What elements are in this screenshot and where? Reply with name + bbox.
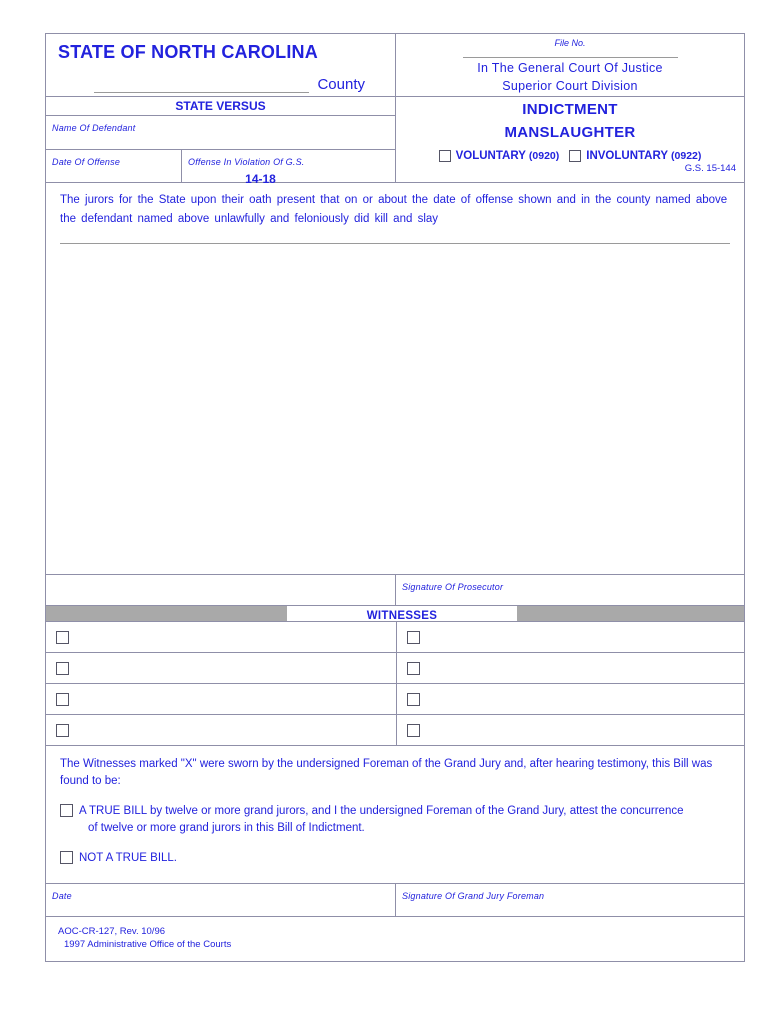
county-label: County (317, 76, 365, 93)
offense-statute-field[interactable]: Offense In Violation Of G.S. 14-18 (182, 150, 395, 186)
defendant-name-field[interactable]: Name Of Defendant (46, 116, 395, 150)
prosecutor-signature-field[interactable]: Signature Of Prosecutor (396, 575, 744, 605)
witness-cell-2[interactable] (397, 622, 744, 652)
witnesses-bar-left-fill (46, 606, 287, 621)
witness-checkbox[interactable] (56, 692, 69, 706)
date-label: Date (52, 891, 72, 901)
true-bill-line2: of twelve or more grand jurors in this B… (88, 822, 365, 834)
witness-cell-2[interactable] (397, 715, 744, 745)
offense-statute-label: Offense In Violation Of G.S. (188, 157, 305, 167)
findings-intro-text: The Witnesses marked "X" were sworn by t… (60, 758, 713, 787)
prosecutor-left-spacer (46, 575, 396, 605)
state-versus-header: STATE VERSUS (46, 97, 395, 116)
table-row (46, 622, 744, 653)
not-true-bill-option[interactable]: NOT A TRUE BILL. (60, 850, 730, 867)
indictment-form: STATE OF NORTH CAROLINA County File No. … (45, 33, 745, 962)
header-right-block: File No. In The General Court Of Justice… (396, 34, 744, 96)
witness-cell-1[interactable] (46, 684, 397, 714)
form-footer-note: AOC-CR-127, Rev. 10/96 1997 Administrati… (46, 917, 744, 961)
involuntary-code: (0922) (671, 150, 702, 162)
foreman-signature-label: Signature Of Grand Jury Foreman (402, 891, 545, 901)
indictment-block: INDICTMENT MANSLAUGHTER VOLUNTARY (0920)… (396, 97, 744, 182)
date-of-offense-field[interactable]: Date Of Offense (46, 150, 182, 182)
voluntary-code: (0920) (528, 150, 560, 162)
voluntary-label: VOLUNTARY (0920) (455, 150, 560, 162)
witness-cell-2[interactable] (397, 684, 744, 714)
foreman-signature-field[interactable]: Signature Of Grand Jury Foreman (396, 884, 744, 916)
voluntary-checkbox[interactable] (438, 150, 451, 162)
witness-cell-2[interactable] (397, 653, 744, 683)
footer-signature-row: Date Signature Of Grand Jury Foreman (46, 883, 744, 917)
witness-checkbox[interactable] (56, 661, 69, 675)
not-true-bill-checkbox[interactable] (60, 851, 73, 864)
prosecutor-signature-label: Signature Of Prosecutor (402, 582, 504, 592)
gs-reference: G.S. 15-144 (684, 163, 736, 174)
copyright-line: 1997 Administrative Office of the Courts (64, 939, 232, 950)
indictment-title-line2: MANSLAUGHTER (504, 124, 636, 141)
charge-text: The jurors for the State upon their oath… (60, 194, 728, 225)
true-bill-label: A TRUE BILL by twelve or more grand juro… (79, 803, 684, 837)
prosecutor-signature-row: Signature Of Prosecutor (46, 574, 744, 605)
table-row (46, 653, 744, 684)
witnesses-bar-center: WITNESSES (287, 606, 517, 622)
witness-checkbox[interactable] (56, 630, 69, 644)
true-bill-option[interactable]: A TRUE BILL by twelve or more grand juro… (60, 803, 730, 837)
true-bill-checkbox[interactable] (60, 804, 73, 817)
county-input-rule[interactable] (94, 75, 310, 93)
witness-cell-1[interactable] (46, 715, 397, 745)
findings-section: The Witnesses marked "X" were sworn by t… (46, 746, 744, 871)
not-true-bill-label: NOT A TRUE BILL. (79, 852, 178, 864)
charge-body-section: The jurors for the State upon their oath… (46, 182, 744, 574)
witness-checkbox[interactable] (407, 723, 420, 737)
witness-checkbox[interactable] (407, 692, 420, 706)
witness-checkbox[interactable] (407, 630, 420, 644)
charge-blank-writing-area[interactable] (60, 244, 730, 574)
witness-checkbox[interactable] (56, 723, 69, 737)
date-of-offense-label: Date Of Offense (52, 157, 121, 167)
page-title: STATE OF NORTH CAROLINA (58, 42, 318, 62)
case-block: STATE VERSUS Name Of Defendant Date Of O… (46, 97, 396, 186)
form-number: AOC-CR-127, Rev. 10/96 (58, 926, 166, 937)
case-indictment-band: STATE VERSUS Name Of Defendant Date Of O… (46, 96, 744, 186)
offense-row: Date Of Offense Offense In Violation Of … (46, 150, 395, 186)
involuntary-checkbox[interactable] (569, 150, 582, 162)
witnesses-label: WITNESSES (366, 610, 438, 622)
witness-cell-1[interactable] (46, 653, 397, 683)
witness-cell-1[interactable] (46, 622, 397, 652)
involuntary-label: INVOLUNTARY (0922) (586, 150, 702, 162)
table-row (46, 715, 744, 746)
court-name-line2: Superior Court Division (502, 79, 638, 93)
witness-rows (46, 622, 744, 746)
witness-checkbox[interactable] (407, 661, 420, 675)
manslaughter-type-options: VOLUNTARY (0920) INVOLUNTARY (0922) (396, 143, 744, 162)
form-header: STATE OF NORTH CAROLINA County File No. … (46, 34, 744, 96)
witnesses-bar-right-fill (517, 606, 744, 621)
defendant-name-label: Name Of Defendant (52, 123, 136, 133)
county-field[interactable]: County (46, 63, 395, 96)
indictment-title-line1: INDICTMENT (522, 101, 618, 118)
voluntary-option[interactable]: VOLUNTARY (0920) (438, 150, 560, 162)
court-name-line1: In The General Court Of Justice (477, 61, 663, 75)
true-bill-line1: A TRUE BILL by twelve or more grand juro… (79, 805, 684, 817)
involuntary-option[interactable]: INVOLUNTARY (0922) (569, 150, 701, 162)
date-field[interactable]: Date (46, 884, 396, 916)
offense-statute-value: 14-18 (245, 172, 276, 186)
document-page: STATE OF NORTH CAROLINA County File No. … (0, 0, 770, 1024)
table-row (46, 684, 744, 715)
file-no-label: File No. (554, 38, 586, 48)
witnesses-bar: WITNESSES (46, 605, 744, 622)
header-left-block: STATE OF NORTH CAROLINA County (46, 34, 396, 96)
